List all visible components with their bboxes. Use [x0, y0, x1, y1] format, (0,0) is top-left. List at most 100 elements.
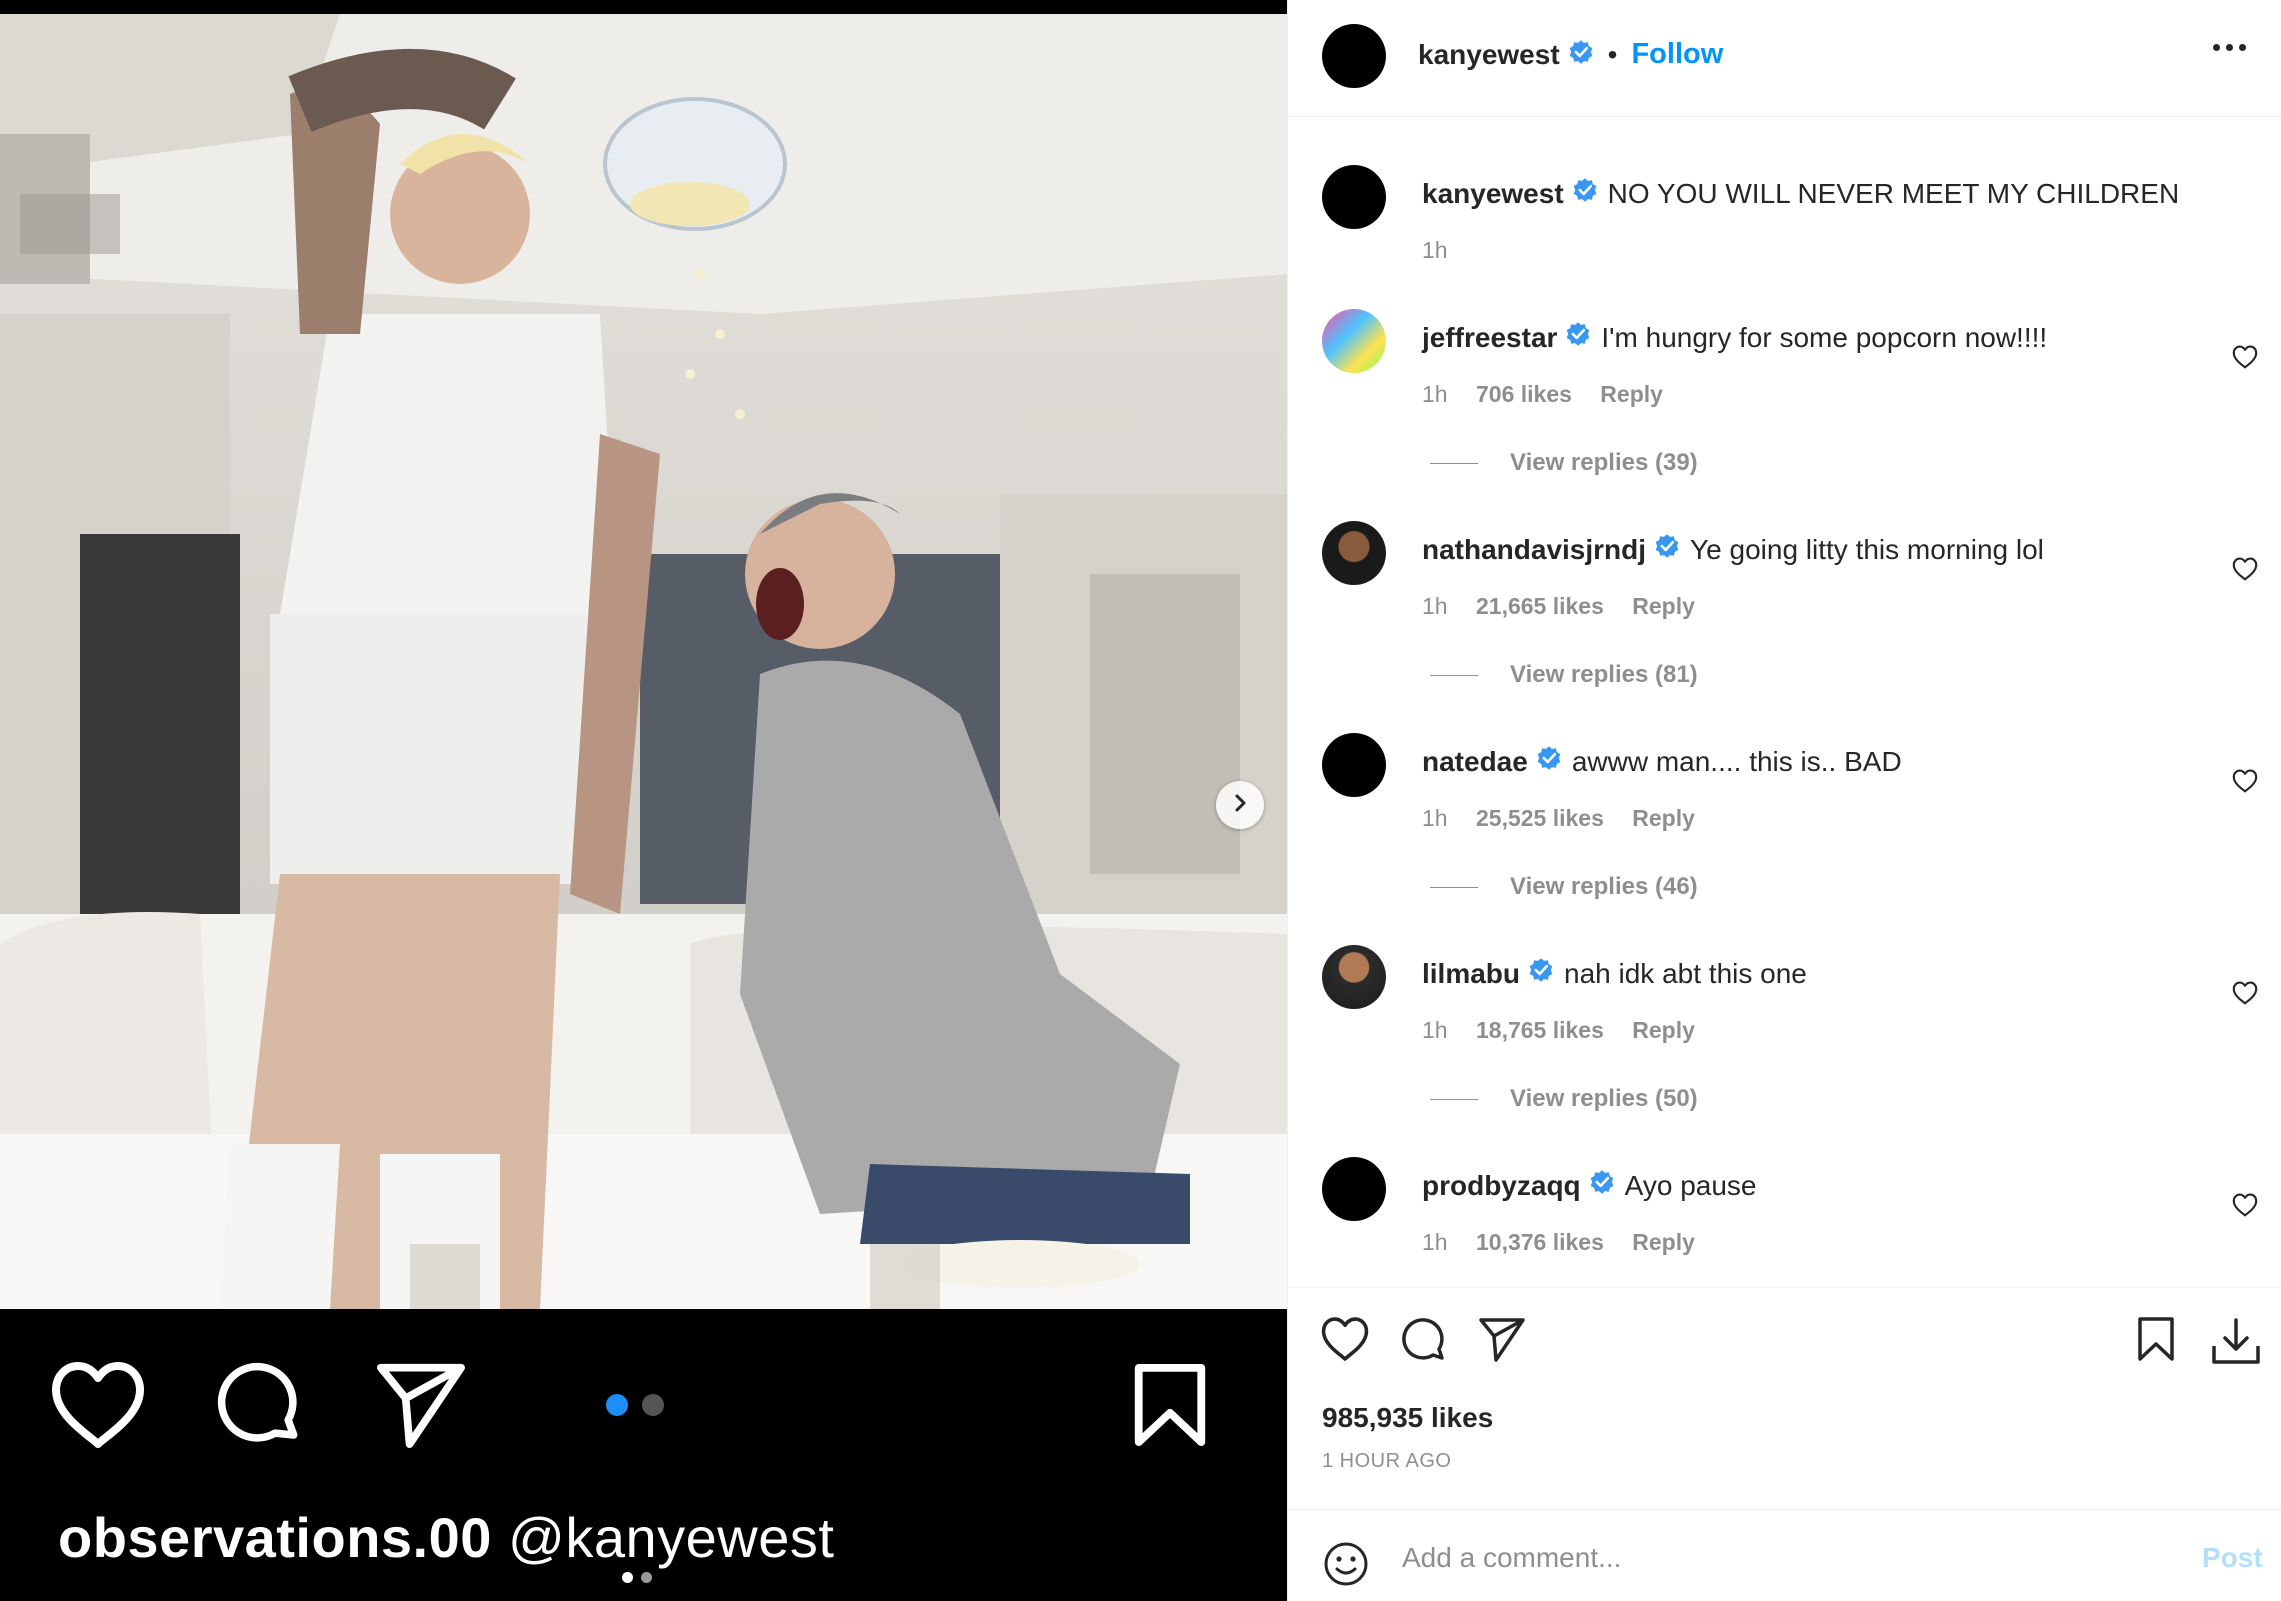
comment-username[interactable]: natedae	[1422, 746, 1528, 778]
emoji-icon[interactable]	[1322, 1540, 1370, 1593]
commenter-avatar[interactable]	[1322, 945, 1386, 1009]
author-avatar[interactable]	[1322, 24, 1386, 88]
caption-avatar[interactable]	[1322, 165, 1386, 229]
comment-composer: Post	[1288, 1509, 2281, 1601]
comment-username[interactable]: nathandavisjrndj	[1422, 534, 1646, 566]
comment-username[interactable]: jeffreestar	[1422, 322, 1557, 354]
reply-button[interactable]: Reply	[1632, 1229, 1695, 1255]
follow-button[interactable]: Follow	[1631, 38, 1723, 71]
reply-button[interactable]: Reply	[1632, 593, 1695, 619]
reply-button[interactable]: Reply	[1632, 1017, 1695, 1043]
comment-likes[interactable]: 21,665 likes	[1476, 593, 1604, 619]
comment-heart-icon[interactable]	[2232, 981, 2258, 1010]
bookmark-icon[interactable]	[2136, 1316, 2176, 1367]
comment-meta: 1h 706 likes Reply	[1422, 381, 1685, 408]
verified-icon	[1572, 177, 1598, 210]
carousel-indicator	[622, 1572, 652, 1583]
view-replies-label: View replies (81)	[1510, 661, 1698, 688]
comment-time: 1h	[1422, 1017, 1448, 1043]
overlay-carousel-dots	[606, 1394, 664, 1416]
post-timestamp: 1 HOUR AGO	[1322, 1450, 1452, 1472]
verified-icon	[1589, 1169, 1615, 1202]
comment-heart-icon[interactable]	[2232, 1193, 2258, 1222]
comment-icon[interactable]	[1400, 1316, 1448, 1369]
comment-line: natedae awww man.... this is.. BAD	[1422, 745, 1902, 778]
comment-heart-icon[interactable]	[2232, 557, 2258, 586]
overlay-dot-active	[606, 1394, 628, 1416]
post-sidebar: kanyewest • Follow kanyewest NO YOU WILL…	[1287, 0, 2281, 1601]
reply-button[interactable]: Reply	[1632, 805, 1695, 831]
overlay-bookmark-icon	[1130, 1362, 1210, 1453]
comment-text: Ayo pause	[1624, 1169, 1757, 1201]
post-actions: 985,935 likes 1 HOUR AGO	[1288, 1287, 2281, 1513]
comment-time: 1h	[1422, 381, 1448, 407]
author-username[interactable]: kanyewest	[1418, 39, 1560, 71]
comment-meta: 1h 18,765 likes Reply	[1422, 1017, 1717, 1044]
comment-meta: 1h 25,525 likes Reply	[1422, 805, 1717, 832]
comment-text: I'm hungry for some popcorn now!!!!	[1601, 321, 2048, 353]
comment-text: Ye going litty this morning lol	[1690, 533, 2044, 565]
share-icon[interactable]	[1478, 1316, 1526, 1367]
view-replies-button[interactable]: View replies (81)	[1430, 661, 1698, 689]
overlay-dot	[642, 1394, 664, 1416]
caption-meta: 1h	[1422, 237, 1470, 264]
comment-line: jeffreestar I'm hungry for some popcorn …	[1422, 321, 2047, 354]
verified-icon	[1528, 957, 1554, 990]
reply-button[interactable]: Reply	[1600, 381, 1663, 407]
comment-time: 1h	[1422, 593, 1448, 619]
verified-icon	[1536, 745, 1562, 778]
download-icon[interactable]	[2210, 1316, 2262, 1371]
view-replies-button[interactable]: View replies (39)	[1430, 449, 1698, 477]
comment-likes[interactable]: 18,765 likes	[1476, 1017, 1604, 1043]
comment-heart-icon[interactable]	[2232, 769, 2258, 798]
comment-text: awww man.... this is.. BAD	[1571, 745, 1902, 777]
comment-meta: 1h 21,665 likes Reply	[1422, 593, 1717, 620]
overlay-comment-icon	[215, 1360, 305, 1455]
view-replies-button[interactable]: View replies (50)	[1430, 1085, 1698, 1113]
caption-text: NO YOU WILL NEVER MEET MY CHILDREN	[1607, 177, 2180, 209]
comments-list: kanyewest NO YOU WILL NEVER MEET MY CHIL…	[1288, 117, 2281, 1287]
carousel-dot	[641, 1572, 652, 1583]
commenter-avatar[interactable]	[1322, 521, 1386, 585]
like-heart-icon[interactable]	[1320, 1316, 1370, 1367]
comment-meta: 1h 10,376 likes Reply	[1422, 1229, 1717, 1256]
comment-username[interactable]: prodbyzaqq	[1422, 1170, 1581, 1202]
comment-time: 1h	[1422, 805, 1448, 831]
commenter-avatar[interactable]	[1322, 1157, 1386, 1221]
post-media: observations.00 @kanyewest	[0, 0, 1287, 1601]
comment-time: 1h	[1422, 1229, 1448, 1255]
comment-likes[interactable]: 10,376 likes	[1476, 1229, 1604, 1255]
comment-username[interactable]: lilmabu	[1422, 958, 1520, 990]
view-replies-label: View replies (50)	[1510, 1085, 1698, 1112]
post-comment-button[interactable]: Post	[2202, 1542, 2263, 1574]
comment-heart-icon[interactable]	[2232, 345, 2258, 374]
post-photo[interactable]	[0, 14, 1287, 1309]
comment-line: prodbyzaqq Ayo pause	[1422, 1169, 1756, 1202]
media-credit: observations.00 @kanyewest	[58, 1505, 834, 1570]
more-icon[interactable]	[2213, 44, 2246, 51]
view-replies-button[interactable]: View replies (46)	[1430, 873, 1698, 901]
comment-line: nathandavisjrndj Ye going litty this mor…	[1422, 533, 2044, 566]
overlay-heart-icon	[50, 1360, 146, 1455]
media-credit-handle: @kanyewest	[507, 1506, 835, 1569]
comment-likes[interactable]: 25,525 likes	[1476, 805, 1604, 831]
caption-time: 1h	[1422, 237, 1448, 263]
view-replies-label: View replies (39)	[1510, 449, 1698, 476]
commenter-avatar[interactable]	[1322, 309, 1386, 373]
verified-icon	[1654, 533, 1680, 566]
media-top-strip	[0, 0, 1287, 14]
replies-divider	[1430, 674, 1478, 676]
comment-likes[interactable]: 706 likes	[1476, 381, 1572, 407]
likes-count[interactable]: 985,935 likes	[1322, 1402, 1493, 1434]
commenter-avatar[interactable]	[1322, 733, 1386, 797]
view-replies-label: View replies (46)	[1510, 873, 1698, 900]
media-credit-user: observations.00	[58, 1506, 492, 1569]
replies-divider	[1430, 886, 1478, 888]
caption-username[interactable]: kanyewest	[1422, 178, 1564, 210]
carousel-next-button[interactable]	[1216, 781, 1264, 829]
header-author: kanyewest • Follow	[1418, 38, 1723, 71]
comment-line: lilmabu nah idk abt this one	[1422, 957, 1807, 990]
replies-divider	[1430, 462, 1478, 464]
comment-input[interactable]	[1402, 1538, 2102, 1578]
overlay-share-icon	[375, 1360, 467, 1453]
